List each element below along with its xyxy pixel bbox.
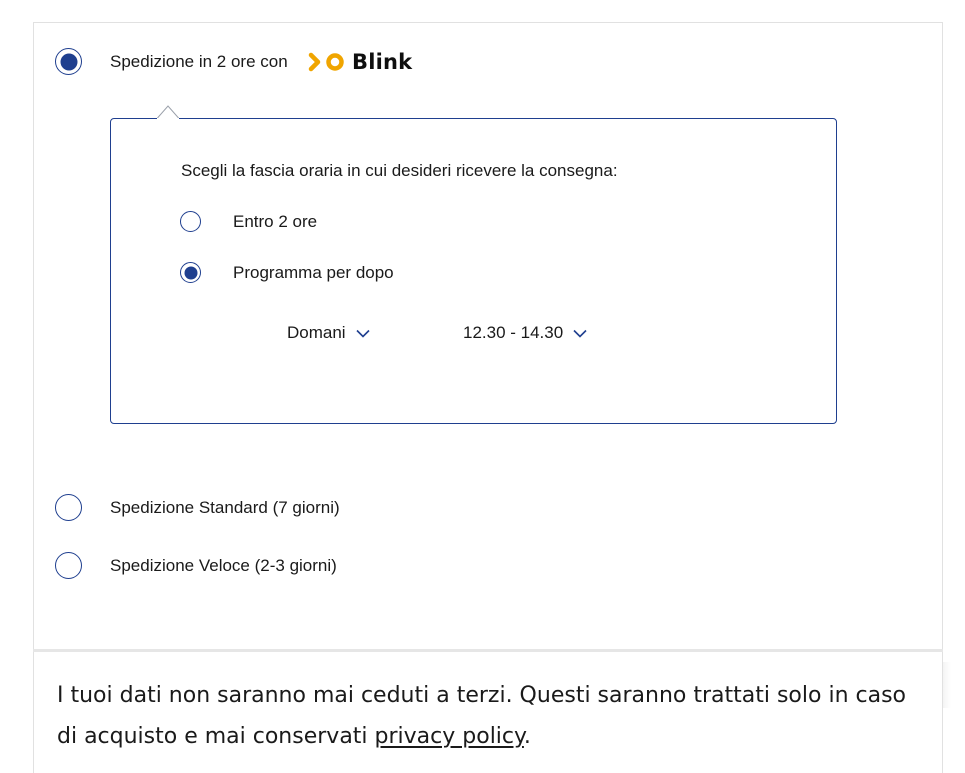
day-select-value: Domani — [287, 323, 346, 342]
time-slot-prompt: Scegli la fascia oraria in cui desideri … — [181, 161, 618, 180]
radio-within-2-hours[interactable] — [180, 211, 201, 232]
radio-schedule-later[interactable] — [180, 262, 201, 283]
blink-shipping-label[interactable]: Spedizione in 2 ore con — [110, 52, 288, 72]
blink-ring-icon — [326, 53, 344, 71]
express-shipping-label[interactable]: Spedizione Veloce (2-3 giorni) — [110, 556, 337, 576]
chevron-down-icon — [573, 329, 587, 338]
time-select-value: 12.30 - 14.30 — [463, 323, 564, 342]
blink-brand-name: Blink — [352, 50, 413, 74]
chevron-down-icon — [356, 329, 370, 338]
within-2-hours-label[interactable]: Entro 2 ore — [233, 212, 317, 232]
radio-standard-shipping[interactable] — [55, 494, 82, 521]
radio-blink-shipping[interactable] — [55, 48, 82, 75]
privacy-notice-text: I tuoi dati non saranno mai ceduti a ter… — [57, 675, 927, 757]
radio-selected-dot — [60, 53, 77, 70]
popover-notch — [157, 105, 179, 119]
privacy-notice-end: . — [523, 724, 531, 749]
time-select[interactable]: 12.30 - 14.30 — [463, 323, 587, 343]
edge-shadow — [943, 662, 951, 708]
blink-chevron-icon — [308, 52, 344, 72]
privacy-notice: I tuoi dati non saranno mai ceduti a ter… — [33, 652, 943, 773]
privacy-policy-link[interactable]: privacy policy — [375, 724, 524, 749]
blink-logo: Blink — [308, 49, 412, 75]
day-select[interactable]: Domani — [287, 323, 370, 343]
radio-express-shipping[interactable] — [55, 552, 82, 579]
radio-selected-dot — [184, 266, 197, 279]
schedule-later-label[interactable]: Programma per dopo — [233, 263, 394, 283]
standard-shipping-label[interactable]: Spedizione Standard (7 giorni) — [110, 498, 340, 518]
